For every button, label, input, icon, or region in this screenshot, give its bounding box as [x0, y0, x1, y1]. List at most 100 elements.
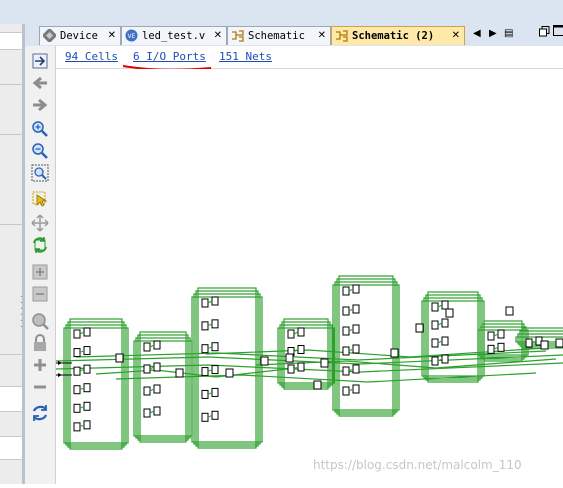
- cell-58[interactable]: [488, 332, 494, 340]
- cell-51[interactable]: [442, 301, 448, 309]
- cell-75[interactable]: [321, 359, 328, 367]
- scroll-tabs-right-icon[interactable]: ▶: [489, 28, 497, 39]
- tab-schematic-2[interactable]: Schematic (2) ✕: [331, 26, 465, 45]
- cell-67[interactable]: [261, 357, 268, 365]
- cell-16[interactable]: [144, 387, 150, 395]
- cell-31[interactable]: [212, 411, 218, 419]
- cell-60[interactable]: [488, 345, 494, 353]
- cell-50[interactable]: [432, 303, 438, 311]
- cell-69[interactable]: [391, 349, 398, 357]
- cell-33[interactable]: [298, 328, 304, 336]
- cell-10[interactable]: [74, 423, 80, 431]
- input-port-0[interactable]: [58, 361, 62, 365]
- cell-7[interactable]: [84, 384, 90, 392]
- collapse-icon[interactable]: [31, 285, 49, 303]
- search-icon[interactable]: [31, 312, 49, 330]
- forward-icon[interactable]: [31, 96, 49, 114]
- close-icon[interactable]: ✕: [214, 27, 222, 45]
- cell-17[interactable]: [154, 385, 160, 393]
- cell-4[interactable]: [74, 367, 80, 375]
- cell-23[interactable]: [212, 320, 218, 328]
- cell-65[interactable]: [176, 369, 183, 377]
- cell-49[interactable]: [353, 385, 359, 393]
- cell-53[interactable]: [442, 319, 448, 327]
- left-panel-field[interactable]: [0, 32, 22, 50]
- cell-45[interactable]: [353, 345, 359, 353]
- cell-8[interactable]: [74, 404, 80, 412]
- cell-71[interactable]: [446, 309, 453, 317]
- cell-15[interactable]: [154, 363, 160, 371]
- cell-0[interactable]: [74, 330, 80, 338]
- cell-59[interactable]: [498, 330, 504, 338]
- expand-icon[interactable]: [31, 263, 49, 281]
- schematic-diagram[interactable]: [56, 69, 563, 484]
- cell-30[interactable]: [202, 413, 208, 421]
- refresh-icon[interactable]: [31, 236, 49, 254]
- cell-41[interactable]: [353, 305, 359, 313]
- cell-21[interactable]: [212, 297, 218, 305]
- cell-19[interactable]: [154, 407, 160, 415]
- cell-43[interactable]: [353, 325, 359, 333]
- cell-40[interactable]: [343, 307, 349, 315]
- cell-42[interactable]: [343, 327, 349, 335]
- lock-icon[interactable]: [31, 334, 49, 352]
- cell-29[interactable]: [212, 388, 218, 396]
- pan-icon[interactable]: [31, 214, 49, 232]
- regenerate-icon[interactable]: [31, 404, 49, 422]
- restore-icon[interactable]: [539, 26, 550, 40]
- cell-12[interactable]: [144, 343, 150, 351]
- cell-56[interactable]: [432, 357, 438, 365]
- back-icon[interactable]: [31, 74, 49, 92]
- add-icon[interactable]: [31, 356, 49, 374]
- maximize-icon[interactable]: [553, 25, 563, 39]
- cell-14[interactable]: [144, 365, 150, 373]
- close-icon[interactable]: ✕: [108, 27, 116, 45]
- cell-11[interactable]: [84, 421, 90, 429]
- tab-led-test-v[interactable]: VE led_test.v ✕: [121, 26, 227, 45]
- cell-44[interactable]: [343, 347, 349, 355]
- cell-3[interactable]: [84, 347, 90, 355]
- cell-1[interactable]: [84, 328, 90, 336]
- cell-28[interactable]: [202, 390, 208, 398]
- cell-6[interactable]: [74, 386, 80, 394]
- cell-36[interactable]: [288, 365, 294, 373]
- select-area-icon[interactable]: [31, 190, 49, 208]
- close-icon[interactable]: ✕: [318, 27, 326, 45]
- schematic-canvas[interactable]: [56, 69, 563, 484]
- cell-66[interactable]: [226, 369, 233, 377]
- cell-35[interactable]: [298, 346, 304, 354]
- cell-47[interactable]: [353, 365, 359, 373]
- cell-74[interactable]: [556, 339, 563, 347]
- cell-48[interactable]: [343, 387, 349, 395]
- io-ports-link[interactable]: 6 I/O Ports: [133, 50, 206, 63]
- cell-18[interactable]: [144, 409, 150, 417]
- cell-5[interactable]: [84, 365, 90, 373]
- cell-54[interactable]: [432, 339, 438, 347]
- cell-61[interactable]: [498, 343, 504, 351]
- cell-72[interactable]: [506, 307, 513, 315]
- cell-13[interactable]: [154, 341, 160, 349]
- cell-32[interactable]: [288, 330, 294, 338]
- cell-39[interactable]: [353, 285, 359, 293]
- cell-62[interactable]: [526, 339, 532, 347]
- tab-list-icon[interactable]: ▤: [504, 28, 513, 39]
- close-icon[interactable]: ✕: [452, 27, 460, 45]
- cell-38[interactable]: [343, 287, 349, 295]
- cell-52[interactable]: [432, 321, 438, 329]
- cell-57[interactable]: [442, 355, 448, 363]
- fit-selection-icon[interactable]: [31, 52, 49, 70]
- tab-schematic[interactable]: Schematic ✕: [227, 26, 331, 45]
- cell-27[interactable]: [212, 366, 218, 374]
- cell-24[interactable]: [202, 345, 208, 353]
- zoom-out-icon[interactable]: [31, 142, 49, 160]
- cell-68[interactable]: [314, 381, 321, 389]
- scroll-tabs-left-icon[interactable]: ◀: [473, 28, 481, 39]
- tab-device[interactable]: Device ✕: [39, 26, 121, 45]
- cell-76[interactable]: [286, 354, 293, 362]
- cells-link[interactable]: 94 Cells: [65, 50, 118, 63]
- cell-2[interactable]: [74, 349, 80, 357]
- cell-55[interactable]: [442, 337, 448, 345]
- cell-9[interactable]: [84, 402, 90, 410]
- cell-73[interactable]: [541, 341, 548, 349]
- nets-link[interactable]: 151 Nets: [219, 50, 272, 63]
